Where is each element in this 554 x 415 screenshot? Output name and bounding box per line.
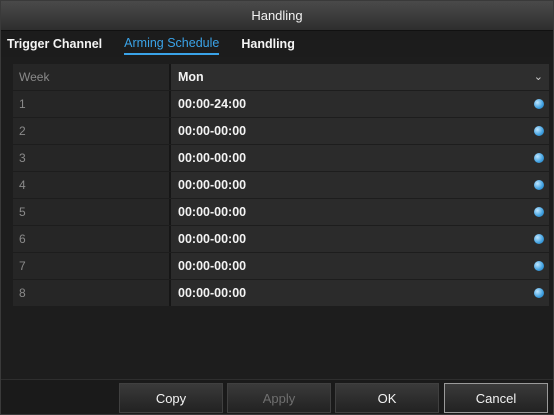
handling-dialog: Handling Trigger Channel Arming Schedule… bbox=[0, 0, 554, 415]
period-time[interactable]: 00:00-00:00 bbox=[171, 280, 549, 306]
period-time[interactable]: 00:00-00:00 bbox=[171, 199, 549, 225]
period-row: 8 00:00-00:00 bbox=[13, 280, 549, 306]
period-row: 7 00:00-00:00 bbox=[13, 253, 549, 279]
edit-dot-icon[interactable] bbox=[534, 99, 544, 109]
ok-button[interactable]: OK bbox=[335, 383, 439, 413]
week-label: Week bbox=[13, 64, 171, 90]
period-time-text: 00:00-24:00 bbox=[178, 97, 247, 111]
period-row: 3 00:00-00:00 bbox=[13, 145, 549, 171]
period-label: 6 bbox=[13, 226, 171, 252]
period-label: 3 bbox=[13, 145, 171, 171]
schedule-grid: Week Mon ⌄ 1 00:00-24:00 2 00:00-00:00 3… bbox=[13, 64, 549, 307]
period-label: 2 bbox=[13, 118, 171, 144]
period-time-text: 00:00-00:00 bbox=[178, 232, 247, 246]
period-time[interactable]: 00:00-00:00 bbox=[171, 226, 549, 252]
tab-handling[interactable]: Handling bbox=[241, 34, 294, 54]
dialog-title: Handling bbox=[1, 1, 553, 31]
period-label: 5 bbox=[13, 199, 171, 225]
period-time-text: 00:00-00:00 bbox=[178, 124, 247, 138]
period-time-text: 00:00-00:00 bbox=[178, 178, 247, 192]
edit-dot-icon[interactable] bbox=[534, 180, 544, 190]
period-row: 4 00:00-00:00 bbox=[13, 172, 549, 198]
cancel-button[interactable]: Cancel bbox=[444, 383, 548, 413]
period-time[interactable]: 00:00-00:00 bbox=[171, 118, 549, 144]
period-time[interactable]: 00:00-00:00 bbox=[171, 145, 549, 171]
period-time-text: 00:00-00:00 bbox=[178, 151, 247, 165]
copy-button[interactable]: Copy bbox=[119, 383, 223, 413]
edit-dot-icon[interactable] bbox=[534, 234, 544, 244]
period-time-text: 00:00-00:00 bbox=[178, 259, 247, 273]
edit-dot-icon[interactable] bbox=[534, 207, 544, 217]
period-time-text: 00:00-00:00 bbox=[178, 205, 247, 219]
edit-dot-icon[interactable] bbox=[534, 288, 544, 298]
week-row: Week Mon ⌄ bbox=[13, 64, 549, 90]
period-label: 4 bbox=[13, 172, 171, 198]
period-time[interactable]: 00:00-00:00 bbox=[171, 172, 549, 198]
period-row: 1 00:00-24:00 bbox=[13, 91, 549, 117]
tab-bar: Trigger Channel Arming Schedule Handling bbox=[1, 31, 553, 57]
period-row: 6 00:00-00:00 bbox=[13, 226, 549, 252]
period-label: 1 bbox=[13, 91, 171, 117]
edit-dot-icon[interactable] bbox=[534, 126, 544, 136]
week-select[interactable]: Mon ⌄ bbox=[171, 64, 549, 90]
edit-dot-icon[interactable] bbox=[534, 153, 544, 163]
tab-trigger-channel[interactable]: Trigger Channel bbox=[7, 34, 102, 54]
period-time[interactable]: 00:00-00:00 bbox=[171, 253, 549, 279]
button-bar: Copy Apply OK Cancel bbox=[1, 379, 553, 414]
period-time-text: 00:00-00:00 bbox=[178, 286, 247, 300]
apply-button[interactable]: Apply bbox=[227, 383, 331, 413]
edit-dot-icon[interactable] bbox=[534, 261, 544, 271]
period-time[interactable]: 00:00-24:00 bbox=[171, 91, 549, 117]
week-select-value: Mon bbox=[178, 70, 204, 84]
chevron-down-icon: ⌄ bbox=[533, 71, 543, 83]
period-label: 7 bbox=[13, 253, 171, 279]
tab-arming-schedule[interactable]: Arming Schedule bbox=[124, 33, 220, 55]
period-row: 5 00:00-00:00 bbox=[13, 199, 549, 225]
period-label: 8 bbox=[13, 280, 171, 306]
period-row: 2 00:00-00:00 bbox=[13, 118, 549, 144]
